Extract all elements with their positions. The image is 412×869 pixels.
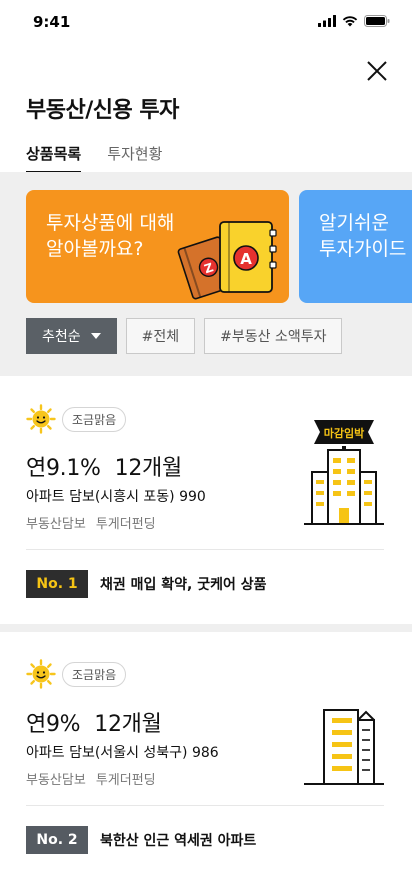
- banner-investment-info[interactable]: 투자상품에 대해 알아볼까요? Z A: [26, 190, 289, 303]
- weather-badge: 조금맑음: [62, 406, 127, 432]
- product-tags: 부동산담보 투게더펀딩: [26, 769, 156, 788]
- filter-chip-real-estate[interactable]: #부동산 소액투자: [204, 318, 343, 354]
- interest-rate: 연9.1%: [26, 456, 101, 481]
- status-time: 9:41: [33, 13, 71, 31]
- status-bar: 9:41: [0, 0, 412, 44]
- chevron-down-icon: [90, 333, 101, 339]
- product-card[interactable]: 조금맑음 연9.1% 12개월 아파트 담보(시흥시 포동) 990 부동산담보 …: [0, 376, 412, 624]
- banner-investment-guide[interactable]: 알기쉬운 투자가이드: [299, 190, 412, 303]
- term: 12개월: [114, 456, 183, 481]
- card-divider: [26, 549, 384, 550]
- product-description: 아파트 담보(시흥시 포동) 990: [26, 489, 206, 505]
- rank-badge: No. 2: [26, 826, 88, 854]
- product-card[interactable]: 조금맑음 연9% 12개월 아파트 담보(서울시 성북구) 986 부동산담보 투…: [0, 632, 412, 869]
- tab-bar: 상품목록 투자현황: [26, 143, 162, 173]
- tab-product-list[interactable]: 상품목록: [26, 143, 82, 173]
- tab-investment-status[interactable]: 투자현황: [107, 143, 162, 173]
- rate-line: 연9.1% 12개월: [26, 450, 182, 482]
- banner-line1: 투자상품에 대해: [46, 212, 175, 234]
- close-icon: [367, 61, 387, 81]
- term: 12개월: [94, 712, 162, 737]
- product-headline: 채권 매입 확약, 굿케어 상품: [100, 577, 267, 593]
- close-button[interactable]: [362, 56, 392, 86]
- product-headline: 북한산 인근 역세권 아파트: [100, 833, 257, 849]
- card-divider: [26, 805, 384, 806]
- building-icon: 마감임박: [304, 420, 384, 525]
- banner-text: 알기쉬운 투자가이드: [319, 210, 406, 262]
- sort-dropdown[interactable]: 추천순: [26, 318, 117, 354]
- rate-line: 연9% 12개월: [26, 706, 162, 738]
- rank-row: No. 2 북한산 인근 역세권 아파트: [26, 826, 256, 854]
- banner-line2: 투자가이드: [319, 238, 407, 260]
- filter-chip-all[interactable]: #전체: [125, 318, 196, 354]
- product-tags: 부동산담보 투게더펀딩: [26, 513, 156, 532]
- tag-platform: 투게더펀딩: [95, 517, 156, 532]
- sun-icon: [26, 659, 56, 689]
- interest-rate: 연9%: [26, 712, 81, 737]
- filter-bar: 추천순 #전체 #부동산 소액투자: [26, 318, 343, 354]
- building-icon: [304, 709, 384, 785]
- signal-icon: [318, 15, 336, 27]
- banner-line2: 알아볼까요?: [46, 238, 144, 260]
- tag-category: 부동산담보: [26, 517, 86, 532]
- product-description: 아파트 담보(서울시 성북구) 986: [26, 745, 219, 761]
- tag-category: 부동산담보: [26, 773, 86, 788]
- weather-row: 조금맑음: [26, 404, 127, 434]
- tag-platform: 투게더펀딩: [95, 773, 156, 788]
- svg-text:A: A: [240, 250, 252, 268]
- promo-area: 투자상품에 대해 알아볼까요? Z A 알기쉬운 투자가이드 추천순 #전체 #…: [0, 172, 412, 376]
- battery-icon: [364, 15, 390, 27]
- rank-row: No. 1 채권 매입 확약, 굿케어 상품: [26, 570, 267, 598]
- weather-row: 조금맑음: [26, 659, 127, 689]
- notebook-illustration: Z A: [177, 221, 277, 300]
- weather-badge: 조금맑음: [62, 661, 127, 687]
- banner-text: 투자상품에 대해 알아볼까요?: [46, 210, 174, 262]
- deadline-badge: 마감임박: [324, 426, 364, 440]
- banner-line1: 알기쉬운: [319, 212, 389, 234]
- rank-badge: No. 1: [26, 570, 88, 598]
- section-divider: [0, 624, 412, 632]
- wifi-icon: [342, 16, 358, 27]
- status-icons: [318, 15, 390, 27]
- sun-icon: [26, 404, 56, 434]
- page-title: 부동산/신용 투자: [26, 98, 179, 123]
- sort-label: 추천순: [42, 329, 81, 345]
